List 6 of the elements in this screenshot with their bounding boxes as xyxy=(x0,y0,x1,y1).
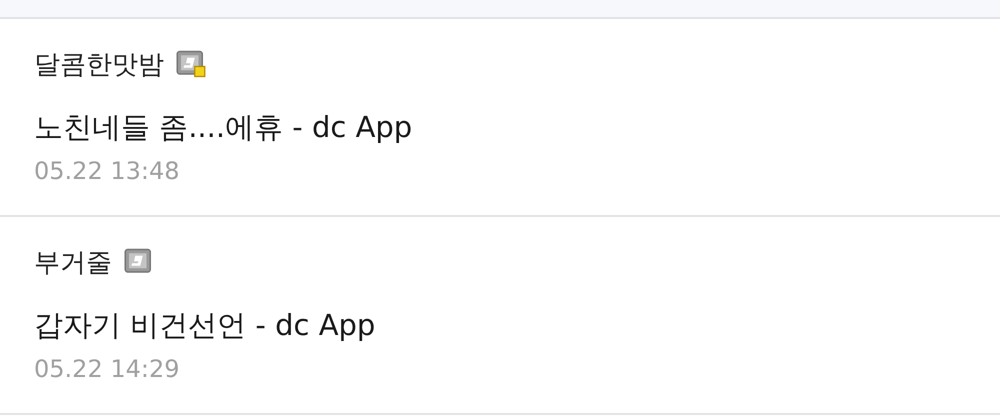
post-title[interactable]: 갑자기 비건선언 - dc App xyxy=(34,303,966,347)
post-title[interactable]: 노친네들 좀....에휴 - dc App xyxy=(34,105,966,149)
author-name: 달콤한맛밤 xyxy=(34,48,164,82)
author-name: 부거줄 xyxy=(34,246,112,280)
post-time: 05.22 14:29 xyxy=(34,355,180,383)
post-time: 05.22 13:48 xyxy=(34,157,180,185)
